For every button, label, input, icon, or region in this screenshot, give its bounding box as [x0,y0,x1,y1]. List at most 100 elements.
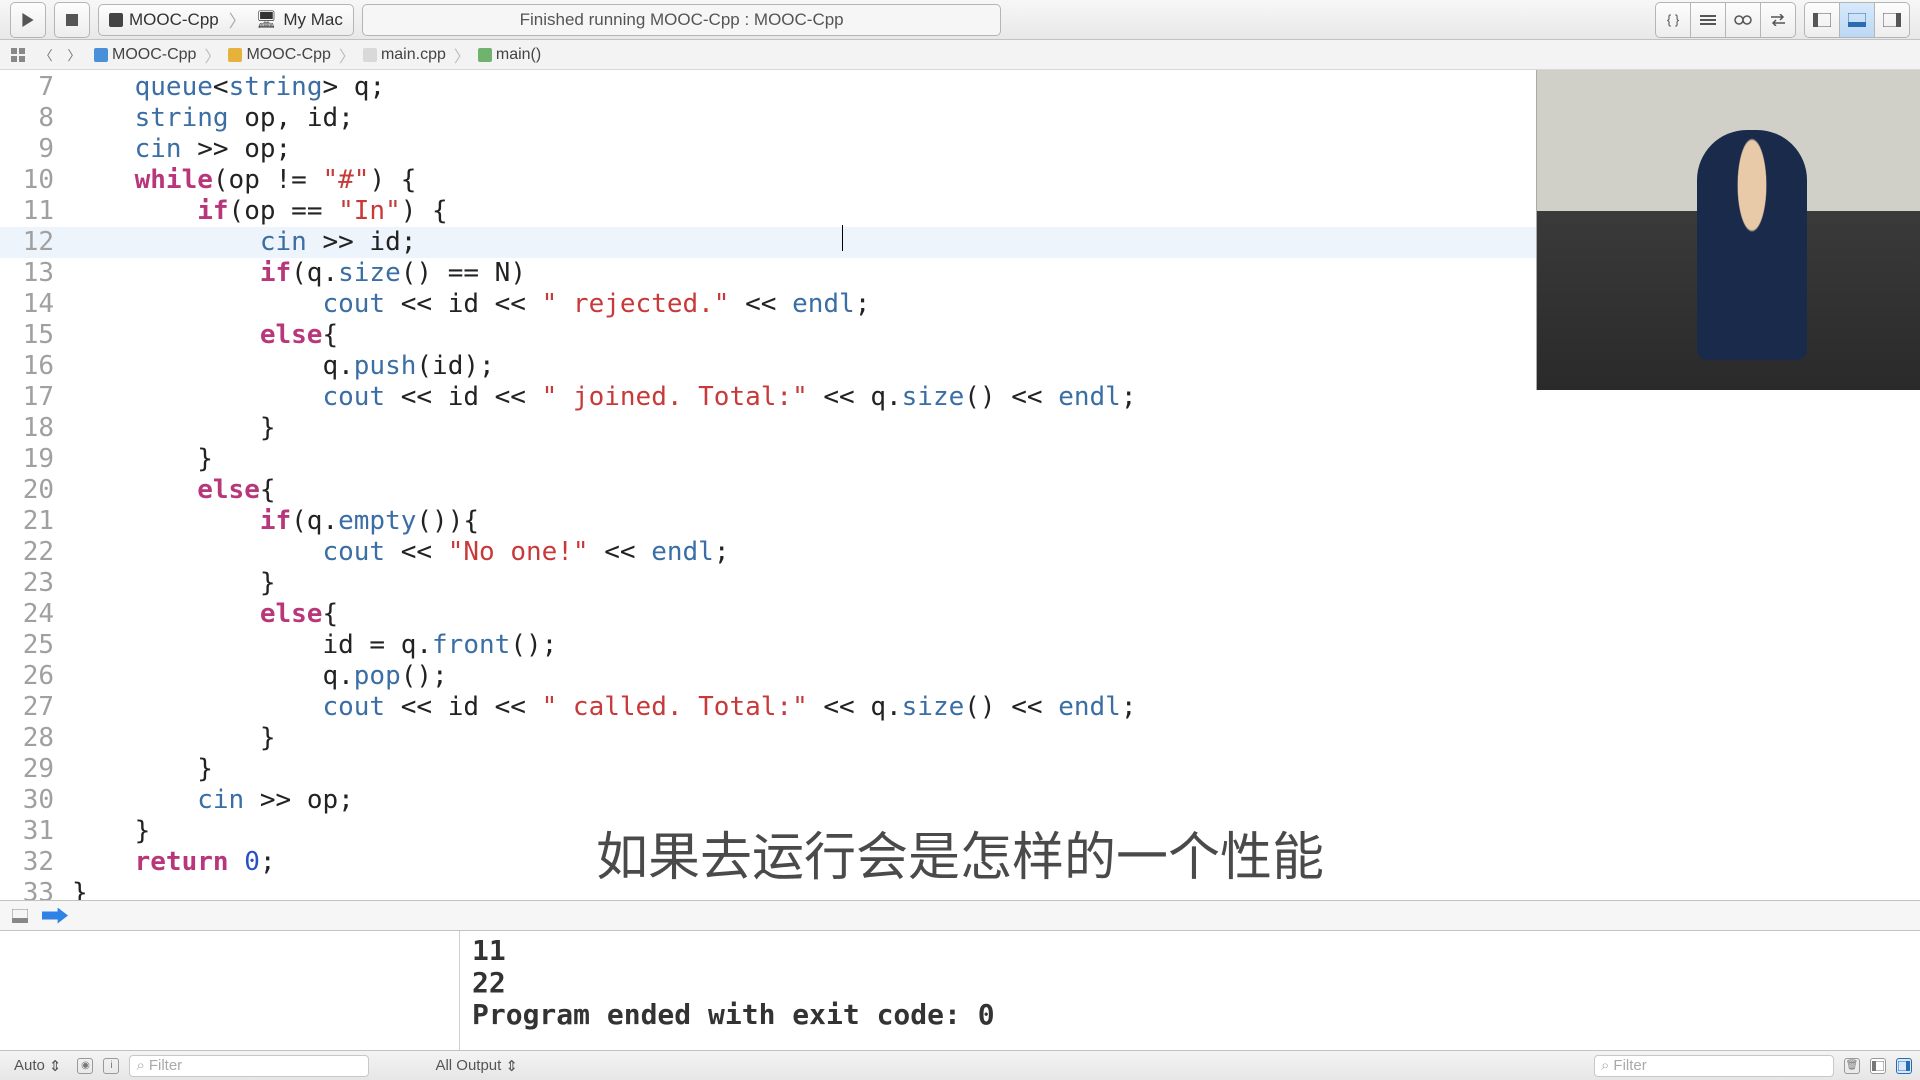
line-number: 12 [0,227,72,258]
scheme-device: My Mac [283,10,343,30]
code-text: else{ [72,599,1920,630]
updown-icon: ⇕ [505,1057,518,1075]
nav-forward-button[interactable]: 〉 [62,43,86,67]
code-text: id = q.front(); [72,630,1920,661]
target-icon [109,13,123,27]
related-items-icon[interactable] [6,43,30,67]
show-right-console-button[interactable] [1896,1058,1912,1074]
line-number: 22 [0,537,72,568]
scheme-target: MOOC-Cpp [129,10,219,30]
line-number: 13 [0,258,72,289]
line-number: 25 [0,630,72,661]
breadcrumb-project[interactable]: MOOC-Cpp [90,46,200,64]
toggle-right-panel-button[interactable] [1874,2,1910,38]
assistant-lines-icon[interactable] [1690,2,1726,38]
breadcrumb-label: MOOC-Cpp [112,46,196,64]
code-text: if(q.empty()){ [72,506,1920,537]
toggle-breakpoints-icon[interactable] [8,904,32,928]
function-icon [478,48,492,62]
filter-placeholder: Filter [149,1057,182,1074]
code-text: } [72,723,1920,754]
breadcrumb-label: MOOC-Cpp [246,46,330,64]
updown-icon: ⇕ [49,1057,62,1075]
line-number: 23 [0,568,72,599]
line-number: 18 [0,413,72,444]
code-text: } [72,754,1920,785]
code-line[interactable]: 24 else{ [0,599,1920,630]
code-line[interactable]: 25 id = q.front(); [0,630,1920,661]
continue-execution-icon[interactable] [42,908,68,924]
all-output-label: All Output [435,1057,501,1074]
code-text: } [72,568,1920,599]
trash-icon[interactable]: 🗑 [1844,1058,1860,1074]
show-left-console-button[interactable] [1870,1058,1886,1074]
nav-back-button[interactable]: 〈 [34,43,58,67]
folder-icon [228,48,242,62]
xcode-toolbar: MOOC-Cpp 〉 🖥 My Mac Finished running MOO… [0,0,1920,40]
version-circles-icon[interactable] [1725,2,1761,38]
code-line[interactable]: 22 cout << "No one!" << endl; [0,537,1920,568]
output-scope-select[interactable]: All Output ⇕ [429,1055,523,1077]
variables-filter-input[interactable]: ⌕ Filter [129,1055,369,1077]
filter-icon: ⌕ [1601,1057,1609,1074]
line-number: 21 [0,506,72,537]
line-number: 33 [0,878,72,900]
line-number: 16 [0,351,72,382]
stop-button[interactable] [54,2,90,38]
project-icon [94,48,108,62]
debug-bar [0,900,1920,930]
code-text: cout << "No one!" << endl; [72,537,1920,568]
variables-scope-select[interactable]: Auto ⇕ [8,1055,67,1077]
lecturer-video [1536,70,1920,390]
cpp-file-icon [363,48,377,62]
code-text: } [72,444,1920,475]
line-number: 30 [0,785,72,816]
code-text: cin >> op; [72,785,1920,816]
auto-label: Auto [14,1057,45,1074]
scheme-device-icon: 🖥 [256,10,278,30]
breadcrumb-symbol[interactable]: main() [474,46,545,64]
code-line[interactable]: 26 q.pop(); [0,661,1920,692]
scheme-selector[interactable]: MOOC-Cpp 〉 🖥 My Mac [98,4,354,36]
code-text: q.pop(); [72,661,1920,692]
run-button[interactable] [10,2,46,38]
jump-bar: 〈 〉 MOOC-Cpp 〉 MOOC-Cpp 〉 main.cpp 〉 mai… [0,40,1920,70]
line-number: 19 [0,444,72,475]
chevron-right-icon: 〉 [454,43,470,67]
code-line[interactable]: 27 cout << id << " called. Total:" << q.… [0,692,1920,723]
variables-view[interactable] [0,931,460,1050]
filter-icon: ⌕ [136,1057,144,1074]
code-line[interactable]: 30 cin >> op; [0,785,1920,816]
chevron-right-icon: 〉 [229,7,246,32]
code-line[interactable]: 19 } [0,444,1920,475]
text-cursor [842,225,843,251]
braces-icon[interactable]: { } [1655,2,1691,38]
code-line[interactable]: 21 if(q.empty()){ [0,506,1920,537]
code-line[interactable]: 29 } [0,754,1920,785]
code-line[interactable]: 28 } [0,723,1920,754]
info-icon[interactable]: i [103,1058,119,1074]
line-number: 27 [0,692,72,723]
breadcrumb-file[interactable]: main.cpp [359,46,450,64]
line-number: 7 [0,72,72,103]
activity-status: Finished running MOOC-Cpp : MOOC-Cpp [362,4,1002,36]
video-subtitle: 如果去运行会是怎样的一个性能 [596,815,1324,890]
line-number: 8 [0,103,72,134]
eye-icon[interactable]: ◉ [77,1058,93,1074]
breadcrumb-label: main.cpp [381,46,446,64]
breadcrumb-folder[interactable]: MOOC-Cpp [224,46,334,64]
console-output[interactable]: 11 22 Program ended with exit code: 0 [460,931,1920,1050]
debug-console: 11 22 Program ended with exit code: 0 [0,930,1920,1050]
line-number: 24 [0,599,72,630]
toggle-left-panel-button[interactable] [1804,2,1840,38]
editor-area: 7 queue<string> q;8 string op, id;9 cin … [0,70,1920,900]
code-line[interactable]: 18 } [0,413,1920,444]
toggle-bottom-panel-button[interactable] [1839,2,1875,38]
counterpart-arrows-icon[interactable] [1760,2,1796,38]
code-line[interactable]: 23 } [0,568,1920,599]
code-line[interactable]: 20 else{ [0,475,1920,506]
console-filter-input[interactable]: ⌕ Filter [1594,1055,1834,1077]
line-number: 31 [0,816,72,847]
line-number: 20 [0,475,72,506]
line-number: 29 [0,754,72,785]
